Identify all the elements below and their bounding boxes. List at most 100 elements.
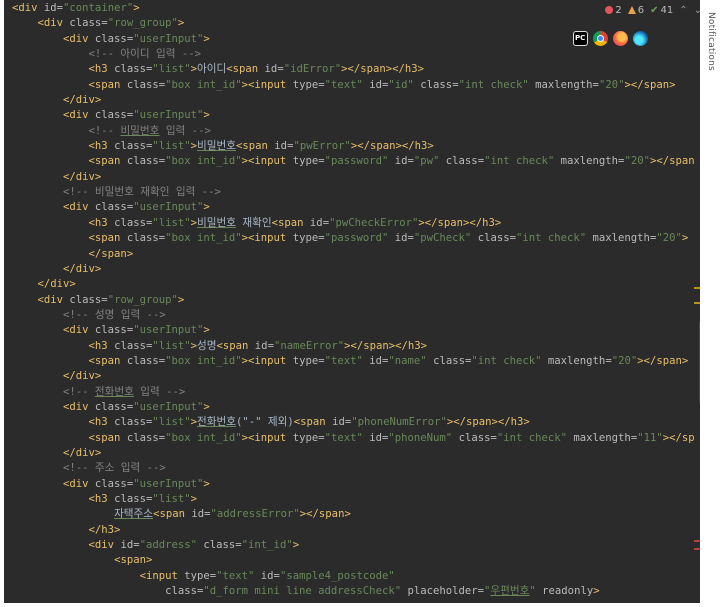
code-line[interactable]: <h3 class="list">성명<span id="nameError">… — [12, 339, 695, 354]
firefox-icon[interactable] — [613, 31, 628, 46]
inspection-widget[interactable]: 2 6 ✔ 41 ⌃ ⌄ — [605, 2, 702, 18]
code-line[interactable]: <!-- 비밀번호 입력 --> — [12, 124, 695, 139]
code-line[interactable]: </h3> — [12, 523, 695, 538]
code-token: > — [203, 201, 210, 214]
code-token: <span — [236, 140, 275, 153]
code-line[interactable]: <h3 class="list"> — [12, 492, 695, 507]
code-token: readonly — [535, 585, 594, 598]
code-token: 재확인 — [236, 216, 272, 229]
code-token: id — [362, 78, 383, 91]
code-token: id — [309, 216, 323, 229]
code-line[interactable]: </span> — [12, 247, 695, 262]
code-line[interactable]: class="d_form mini line addressCheck" pl… — [12, 584, 695, 599]
code-line[interactable]: <div class="userInput"> — [12, 200, 695, 215]
right-tool-strip — [700, 0, 721, 607]
code-token: <div — [63, 201, 95, 214]
code-line[interactable]: <h3 class="list">아이디<span id="idError"><… — [12, 62, 695, 77]
code-token: <!-- 아이디 입력 --> — [88, 48, 202, 61]
code-line[interactable]: <input type="text" id="sample4_postcode" — [12, 569, 695, 584]
code-token: <span — [88, 354, 127, 367]
code-line[interactable]: <span class="box int_id"><input type="te… — [12, 431, 695, 446]
code-line[interactable]: <span class="box int_id"><input type="te… — [12, 78, 695, 93]
code-line[interactable]: <div class="row_group"> — [12, 293, 695, 308]
code-token: class — [126, 232, 159, 245]
code-line[interactable]: 자택주소<span id="addressError"></span> — [12, 507, 695, 522]
error-count[interactable]: 2 — [605, 5, 622, 16]
code-line[interactable]: </div> — [12, 93, 695, 108]
code-token: <span — [216, 339, 255, 352]
code-token: id — [388, 155, 408, 168]
code-token: "nameError" — [273, 339, 345, 352]
code-token: class — [114, 493, 146, 505]
code-line[interactable]: </div> — [12, 262, 695, 277]
code-token: "container" — [63, 2, 134, 14]
previous-highlight-icon[interactable]: ⌃ — [679, 5, 687, 16]
weak-warning-count-text: 41 — [660, 4, 674, 16]
code-area[interactable]: <div id="container"> <div class="row_gro… — [12, 1, 695, 599]
code-token: class — [94, 201, 127, 214]
code-token: <h3 — [88, 339, 115, 352]
code-token: id — [264, 63, 278, 76]
code-token: <h3 — [88, 140, 115, 153]
code-line[interactable]: <span> — [12, 553, 695, 568]
code-token: "sample4_postcode" — [279, 569, 395, 582]
code-editor[interactable]: <div id="container"> <div class="row_gro… — [4, 0, 712, 603]
code-token: "name" — [388, 354, 427, 367]
code-line[interactable]: </div> — [12, 277, 695, 292]
code-line[interactable]: <!-- 주소 입력 --> — [12, 461, 695, 476]
code-line[interactable]: <h3 class="list">전화번호("-" 제외)<span id="p… — [12, 415, 695, 430]
pycharm-icon[interactable]: PC — [573, 31, 588, 46]
code-line[interactable]: <span class="box int_id"><input type="pa… — [12, 154, 695, 169]
code-token: 우편번호 — [490, 585, 530, 598]
code-line[interactable]: <span class="box int_id"><input type="te… — [12, 354, 695, 369]
code-token: ></span></h3> — [344, 339, 428, 352]
code-line[interactable]: <div id="address" class="int_id"> — [12, 538, 695, 553]
code-line[interactable]: </div> — [12, 369, 695, 384]
code-line[interactable]: <h3 class="list">비밀번호<span id="pwError">… — [12, 139, 695, 154]
code-line[interactable]: <!-- 성명 입력 --> — [12, 308, 695, 323]
edge-icon[interactable] — [633, 31, 648, 46]
notifications-tab[interactable]: Notifications — [706, 12, 716, 71]
code-token: "11" — [637, 431, 663, 444]
code-token: <span — [293, 416, 333, 429]
code-token: 입력 --> — [133, 385, 186, 398]
chrome-icon[interactable] — [593, 31, 608, 46]
code-line[interactable]: <!-- 전화번호 입력 --> — [12, 385, 695, 400]
code-token: <span — [88, 78, 127, 91]
code-token: "list" — [152, 339, 191, 352]
code-token: "box int_id" — [165, 232, 242, 245]
code-token: "id" — [388, 78, 414, 91]
warning-count[interactable]: 6 — [627, 5, 644, 16]
code-line[interactable]: <div class="userInput"> — [12, 108, 695, 123]
code-token: <span — [271, 216, 310, 229]
code-line[interactable]: <span class="box int_id"><input type="pa… — [12, 231, 695, 246]
weak-warning-count[interactable]: ✔ 41 — [650, 5, 673, 16]
code-line[interactable]: <!-- 아이디 입력 --> — [12, 47, 695, 62]
code-token: ></span> — [637, 354, 689, 367]
code-line[interactable]: </div> — [12, 446, 695, 461]
code-line[interactable]: <div class="userInput"> — [12, 323, 695, 338]
code-line[interactable]: <h3 class="list">비밀번호 재확인<span id="pwChe… — [12, 216, 695, 231]
code-line[interactable]: <div class="userInput"> — [12, 400, 695, 415]
code-token: "userInput" — [133, 32, 204, 45]
code-line[interactable]: <div class="userInput"> — [12, 477, 695, 492]
code-line[interactable]: <div id="container"> — [12, 1, 695, 16]
code-line[interactable]: </div> — [12, 170, 695, 185]
code-line[interactable]: <!-- 비밀번호 재확인 입력 --> — [12, 185, 695, 200]
code-token: <span — [88, 155, 127, 168]
code-token: ></span></h3> — [350, 140, 434, 153]
code-token: maxlength — [541, 354, 606, 367]
